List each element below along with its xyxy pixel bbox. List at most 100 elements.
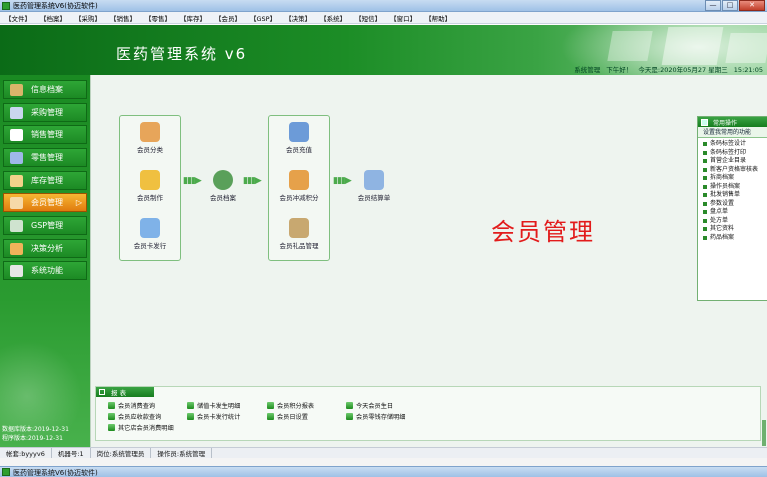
sidebar-item-retail[interactable]: 零售管理 — [3, 148, 87, 167]
tool-member-card-make[interactable]: 会员制作 — [120, 170, 180, 202]
member-file-icon — [213, 170, 233, 190]
quick-op-item[interactable]: 批发销售单 — [703, 191, 767, 200]
sidebar-item-info[interactable]: 信息档案 — [3, 80, 87, 99]
report-link[interactable]: 会员日设置 — [267, 412, 308, 421]
report-link[interactable]: 会员零钱存储明细 — [346, 412, 406, 421]
quick-op-item[interactable]: 拆商档案 — [703, 174, 767, 183]
sidebar-item-label: GSP管理 — [31, 221, 64, 230]
quick-op-label: 药品档案 — [710, 233, 735, 241]
status-date: 今天是:2020年05月27 星期三 — [638, 66, 728, 74]
quick-op-item[interactable]: 药品档案 — [703, 234, 767, 243]
menu-decision[interactable]: 【决策】 — [282, 13, 314, 23]
sidebar-item-system[interactable]: 系统功能 — [3, 261, 87, 280]
quick-op-item[interactable]: 条码标签打印 — [703, 149, 767, 158]
sidebar-item-label: 系统功能 — [31, 266, 63, 275]
sidebar-item-gsp[interactable]: GSP管理 — [3, 216, 87, 235]
card-issue-icon — [140, 218, 160, 238]
report-label: 今天会员生日 — [356, 403, 394, 410]
report-icon — [267, 413, 274, 420]
window-title: 医药管理系统V6(协迈软件) — [13, 2, 98, 10]
tool-label: 会员分类 — [137, 146, 163, 154]
report-icon — [187, 402, 194, 409]
gear-icon — [10, 264, 23, 277]
report-label: 会员消费查询 — [118, 403, 156, 410]
menu-system[interactable]: 【系统】 — [317, 13, 349, 23]
report-link[interactable]: 会员卡发行统计 — [187, 412, 240, 421]
menu-retail[interactable]: 【零售】 — [142, 13, 174, 23]
menu-help[interactable]: 【帮助】 — [422, 13, 454, 23]
app-icon — [2, 468, 10, 476]
menu-sms[interactable]: 【短信】 — [352, 13, 384, 23]
reports-header: 报 表 — [96, 387, 154, 397]
tool-label: 会员结算单 — [357, 194, 391, 202]
tool-card-issue[interactable]: 会员卡发行 — [120, 218, 180, 250]
close-button[interactable]: ✕ — [739, 0, 765, 11]
status-operator: 操作员:系统管理 — [151, 448, 213, 458]
window-title-bar: 医药管理系统V6(协迈软件) — □ ✕ — [0, 0, 767, 12]
second-window-title: 医药管理系统V6(协迈软件) — [13, 469, 98, 477]
quick-op-item[interactable]: 操作员档案 — [703, 183, 767, 192]
bullet-icon — [703, 193, 707, 198]
menu-member[interactable]: 【会员】 — [212, 13, 244, 23]
tool-member-file[interactable]: 会员档案 — [193, 170, 253, 202]
sidebar-item-sales[interactable]: 销售管理 — [3, 125, 87, 144]
bullet-icon — [703, 176, 707, 181]
minimize-button[interactable]: — — [705, 0, 721, 11]
tool-points[interactable]: 会员冲减积分 — [269, 170, 329, 202]
window-controls: — □ ✕ — [705, 0, 765, 12]
tool-member-category[interactable]: 会员分类 — [120, 122, 180, 154]
bullet-icon — [703, 210, 707, 215]
reports-icon — [99, 389, 105, 395]
report-link[interactable]: 今天会员生日 — [346, 401, 393, 410]
sidebar-item-label: 会员管理 — [31, 198, 63, 207]
settlement-icon — [364, 170, 384, 190]
menu-inventory[interactable]: 【库存】 — [177, 13, 209, 23]
quick-op-item[interactable]: 盘点单 — [703, 208, 767, 217]
gift-icon — [289, 218, 309, 238]
status-user: 系统管理 — [574, 66, 601, 74]
menu-purchase[interactable]: 【采购】 — [72, 13, 104, 23]
second-window-title-bar[interactable]: 医药管理系统V6(协迈软件) — [0, 466, 767, 477]
quick-op-item[interactable]: 首营企业目录 — [703, 157, 767, 166]
sidebar-item-purchase[interactable]: 采购管理 — [3, 103, 87, 122]
menu-sales[interactable]: 【销售】 — [107, 13, 139, 23]
tool-settlement[interactable]: 会员结算单 — [344, 170, 404, 202]
report-link[interactable]: 会员积分报表 — [267, 401, 314, 410]
quick-op-item[interactable]: 其它资料 — [703, 225, 767, 234]
sidebar-item-label: 库存管理 — [31, 176, 63, 185]
quick-op-label: 处方单 — [710, 216, 729, 224]
report-link[interactable]: 其它店会员消费明细 — [108, 423, 174, 432]
maximize-button[interactable]: □ — [722, 0, 738, 11]
flow-arrow-icon: ▮▮▮▶ — [243, 176, 262, 186]
sidebar-item-member[interactable]: 会员管理 ▷ — [3, 193, 87, 212]
module-title: 会员管理 — [491, 218, 595, 246]
bullet-icon — [703, 159, 707, 164]
scrollbar[interactable] — [762, 420, 766, 446]
menu-file[interactable]: 【文件】 — [2, 13, 34, 23]
tool-gift[interactable]: 会员礼品管理 — [269, 218, 329, 250]
quick-op-item[interactable]: 新客户资格审核表 — [703, 166, 767, 175]
sidebar-item-decision[interactable]: 决策分析 — [3, 239, 87, 258]
quick-op-item[interactable]: 参数设置 — [703, 200, 767, 209]
report-icon — [187, 413, 194, 420]
tool-label: 会员制作 — [137, 194, 163, 202]
menu-gsp[interactable]: 【GSP】 — [247, 13, 279, 23]
tool-recharge[interactable]: 会员充值 — [269, 122, 329, 154]
bullet-icon — [703, 218, 707, 223]
quick-op-item[interactable]: 处方单 — [703, 217, 767, 226]
db-version: 数据库版本:2019-12-31 — [2, 426, 69, 433]
quick-ops-title: 常用操作 — [713, 119, 738, 127]
report-link[interactable]: 会员消费查询 — [108, 401, 155, 410]
quick-ops-settings-link[interactable]: 设置我常用的功能 — [698, 127, 767, 138]
report-link[interactable]: 会员应收款查询 — [108, 412, 161, 421]
report-icon — [108, 424, 115, 431]
menu-archive[interactable]: 【档案】 — [37, 13, 69, 23]
report-link[interactable]: 储值卡发生明细 — [187, 401, 240, 410]
bullet-icon — [703, 142, 707, 147]
gap-strip — [0, 458, 767, 466]
menu-window[interactable]: 【窗口】 — [387, 13, 419, 23]
quick-op-item[interactable]: 条码标签设计 — [703, 140, 767, 149]
app-title: 医药管理系统 v6 — [116, 45, 248, 63]
member-category-icon — [140, 122, 160, 142]
sidebar-item-inventory[interactable]: 库存管理 — [3, 171, 87, 190]
